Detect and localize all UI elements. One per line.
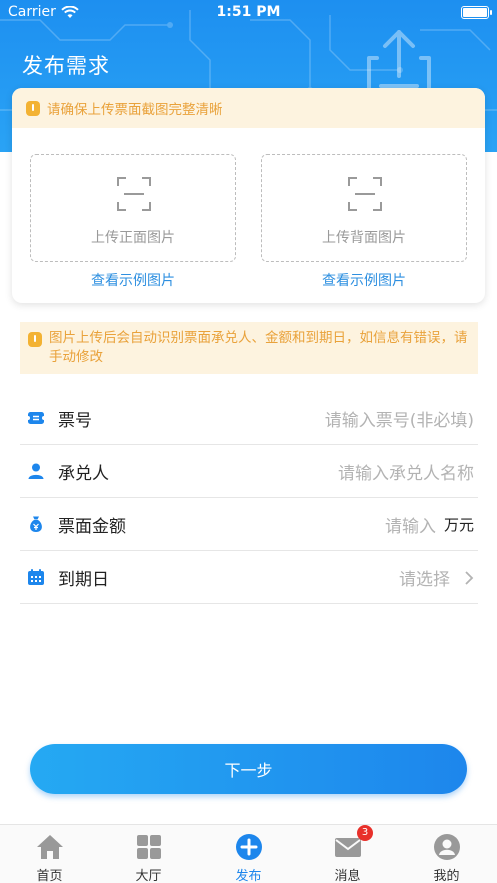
status-time: 1:51 PM [216, 4, 281, 20]
chevron-right-icon [465, 570, 474, 585]
amount-row[interactable]: 票面金额 请输入 万元 [20, 498, 478, 551]
due-date-label: 到期日 [58, 569, 109, 590]
tab-messages[interactable]: 3 消息 [298, 825, 397, 883]
money-bag-icon [30, 516, 42, 532]
tab-publish-label: 发布 [235, 869, 262, 883]
due-date-picker[interactable]: 请选择 [399, 551, 474, 604]
upload-card: 请确保上传票面截图完整清晰 上传正面图片 上传背面图片 查看示例图片 查看示例图… [12, 88, 485, 303]
ocr-tip-text: 图片上传后会自动识别票面承兑人、金额和到期日，如信息有错误，请手动修改 [49, 330, 468, 365]
view-back-example-link[interactable]: 查看示例图片 [261, 270, 467, 290]
amount-label: 票面金额 [58, 516, 126, 537]
upload-front-label: 上传正面图片 [91, 230, 175, 246]
next-step-button[interactable]: 下一步 [30, 744, 467, 794]
tab-messages-label: 消息 [334, 869, 361, 883]
page-title: 发布需求 [22, 54, 110, 78]
tab-profile-label: 我的 [433, 869, 460, 883]
upload-tip-banner: 请确保上传票面截图完整清晰 [12, 88, 485, 128]
upload-back-button[interactable]: 上传背面图片 [261, 154, 467, 262]
bill-number-label: 票号 [58, 410, 92, 431]
home-icon [37, 835, 63, 859]
upload-back-label: 上传背面图片 [322, 230, 406, 246]
screen: Carrier 1:51 PM 发布需求 请确保上传票面截图完整清晰 上传正面图… [0, 0, 497, 883]
lightbulb-icon [28, 332, 42, 347]
acceptor-input[interactable]: 请输入承兑人名称 [338, 445, 474, 498]
amount-input[interactable]: 请输入 [385, 512, 436, 537]
amount-unit: 万元 [443, 516, 474, 534]
tab-home[interactable]: 首页 [0, 825, 99, 883]
ocr-tip-banner: 图片上传后会自动识别票面承兑人、金额和到期日，如信息有错误，请手动修改 [20, 322, 478, 374]
grid-icon [137, 835, 161, 859]
acceptor-label: 承兑人 [58, 463, 109, 484]
due-date-row[interactable]: 到期日 请选择 [20, 551, 478, 604]
scan-frame-icon [348, 177, 382, 211]
bill-number-input[interactable]: 请输入票号(非必填) [325, 392, 474, 445]
calendar-icon [28, 569, 44, 585]
view-front-example-link[interactable]: 查看示例图片 [30, 270, 236, 290]
tab-publish[interactable]: 发布 [199, 825, 298, 883]
amount-value-group: 请输入 万元 [385, 498, 474, 551]
plus-circle-icon [236, 834, 262, 860]
tab-profile[interactable]: 我的 [397, 825, 496, 883]
message-count-badge: 3 [357, 825, 373, 841]
battery-icon [461, 6, 492, 19]
upload-front-button[interactable]: 上传正面图片 [30, 154, 236, 262]
bill-form: 票号 请输入票号(非必填) 承兑人 请输入承兑人名称 票面金额 请输入 万元 到… [20, 392, 478, 604]
scan-frame-icon [117, 177, 151, 211]
tab-hall[interactable]: 大厅 [99, 825, 198, 883]
upload-tip-text: 请确保上传票面截图完整清晰 [47, 102, 223, 118]
acceptor-row[interactable]: 承兑人 请输入承兑人名称 [20, 445, 478, 498]
bill-number-row[interactable]: 票号 请输入票号(非必填) [20, 392, 478, 445]
status-bar: Carrier 1:51 PM [0, 0, 497, 26]
person-icon [28, 463, 44, 479]
tab-hall-label: 大厅 [135, 869, 162, 883]
due-date-placeholder: 请选择 [399, 570, 450, 590]
ticket-icon [27, 412, 45, 424]
user-icon [434, 834, 460, 860]
lightbulb-icon [26, 101, 40, 116]
tab-bar: 首页 大厅 发布 3 消息 我的 [0, 824, 497, 883]
tab-home-label: 首页 [36, 869, 63, 883]
